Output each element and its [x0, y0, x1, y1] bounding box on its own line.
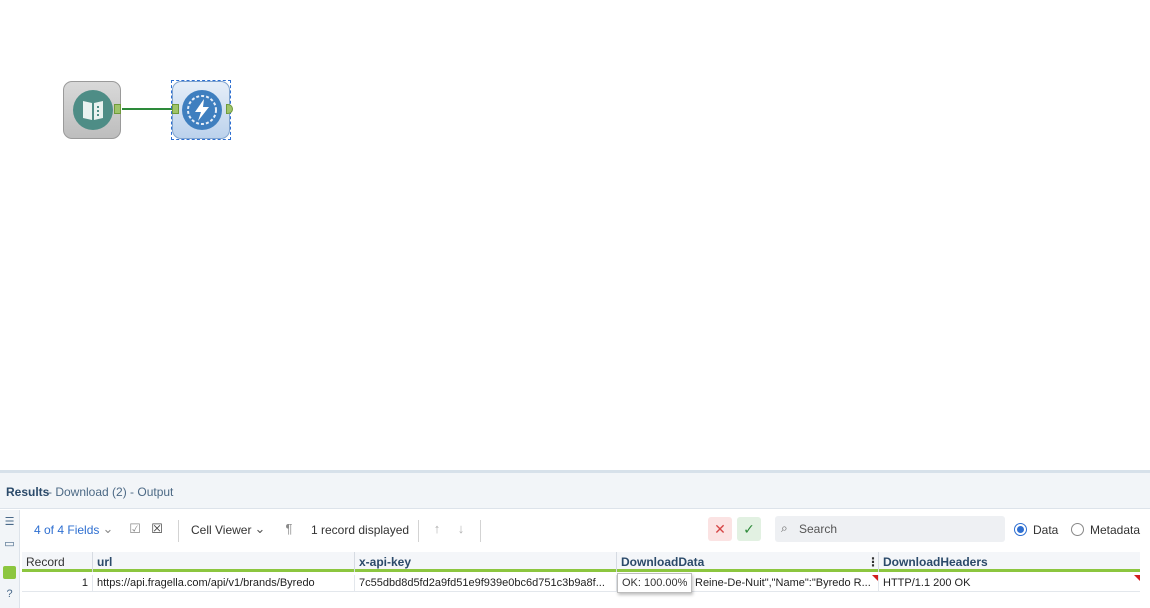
results-grid: Record url x-api-key DownloadData ⋮ Down…	[22, 552, 1140, 608]
download-tool[interactable]	[172, 81, 230, 139]
arrow-down-icon[interactable]: ↓	[453, 521, 469, 537]
column-header-downloadheaders[interactable]: DownloadHeaders	[878, 552, 1140, 572]
arrow-up-icon[interactable]: ↑	[429, 521, 445, 537]
separator	[178, 520, 179, 542]
help-icon[interactable]: ?	[3, 588, 16, 601]
output-anchor[interactable]	[114, 104, 121, 114]
cell-viewer-button[interactable]: Cell Viewer	[191, 523, 251, 537]
table-row[interactable]: 1 https://api.fragella.com/api/v1/brands…	[22, 575, 1140, 592]
grid-header-row: Record url x-api-key DownloadData ⋮ Down…	[22, 552, 1140, 572]
text-input-tool[interactable]	[63, 81, 121, 139]
search-icon: ⌕	[781, 521, 788, 535]
results-toolbar: 4 of 4 Fields ⌄ ☑ ☒ Cell Viewer ⌄ ¶ 1 re…	[20, 510, 1150, 550]
input-anchor[interactable]	[172, 104, 179, 114]
record-count: 1 record displayed	[311, 523, 410, 537]
data-view-icon[interactable]	[3, 566, 16, 579]
separator	[418, 520, 419, 542]
results-title: Results	[6, 485, 50, 499]
column-header-record[interactable]: Record	[22, 552, 92, 572]
table-icon[interactable]: ▭	[3, 538, 16, 551]
cell-record[interactable]: 1	[22, 575, 92, 592]
cell-downloadheaders[interactable]: HTTP/1.1 200 OK	[878, 575, 1140, 592]
search-box[interactable]: ⌕	[775, 516, 1005, 542]
column-header-downloaddata[interactable]: DownloadData	[616, 552, 878, 572]
chevron-down-icon[interactable]: ⌄	[252, 521, 268, 537]
metadata-radio[interactable]	[1071, 523, 1084, 536]
truncated-flag-icon	[1134, 575, 1140, 581]
column-header-x-api-key[interactable]: x-api-key	[354, 552, 616, 572]
apply-filter-button[interactable]: ✓	[737, 517, 761, 541]
workflow-canvas[interactable]	[0, 0, 1150, 470]
cell-x-api-key[interactable]: 7c55dbd8d5fd2a9fd51e9f939e0bc6d751c3b9a8…	[354, 575, 616, 592]
tooltip: OK: 100.00%	[617, 573, 693, 593]
results-side-rail: ☰ ▭ ?	[0, 510, 20, 608]
fields-selector[interactable]: 4 of 4 Fields	[34, 523, 99, 537]
results-subtitle: - Download (2) - Output	[48, 485, 174, 499]
results-header: Results - Download (2) - Output	[0, 473, 1150, 509]
list-icon[interactable]: ☰	[3, 516, 16, 529]
output-anchor[interactable]	[226, 104, 233, 114]
cell-url[interactable]: https://api.fragella.com/api/v1/brands/B…	[92, 575, 354, 592]
connection-line[interactable]	[122, 108, 172, 110]
select-all-icon[interactable]: ☑	[127, 521, 143, 537]
column-header-url[interactable]: url	[92, 552, 354, 572]
download-tool-icon	[182, 90, 222, 130]
pilcrow-icon[interactable]: ¶	[281, 521, 297, 537]
data-radio[interactable]	[1014, 523, 1027, 536]
metadata-radio-label[interactable]: Metadata	[1090, 523, 1140, 537]
deselect-icon[interactable]: ☒	[149, 521, 165, 537]
search-input[interactable]	[799, 520, 999, 538]
data-radio-label[interactable]: Data	[1033, 523, 1058, 537]
clear-filter-button[interactable]: ✕	[708, 517, 732, 541]
separator	[480, 520, 481, 542]
chevron-down-icon[interactable]: ⌄	[100, 521, 116, 537]
text-input-tool-icon	[73, 90, 113, 130]
